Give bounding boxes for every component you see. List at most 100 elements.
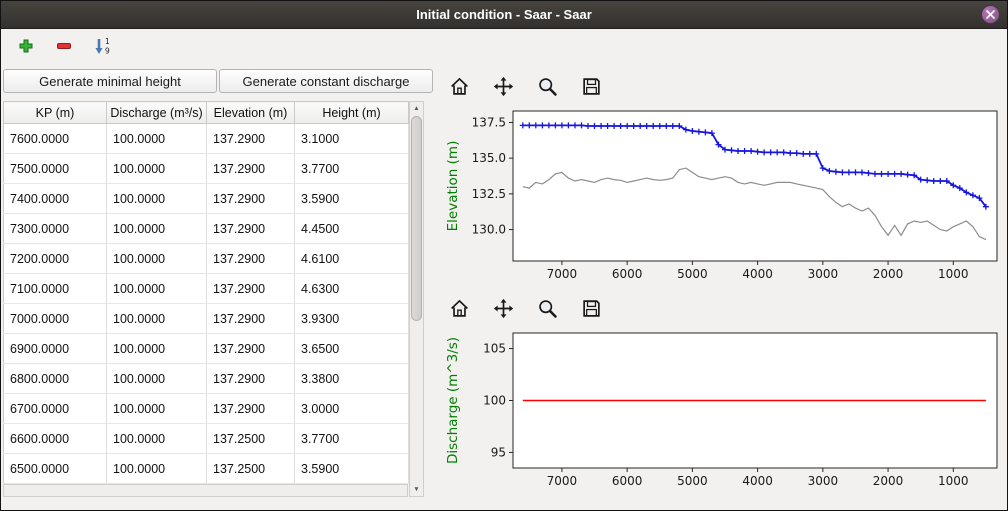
- table-row[interactable]: 7400.0000100.0000137.29003.5900: [4, 184, 409, 214]
- table-cell[interactable]: 3.1000: [295, 124, 409, 154]
- scroll-up-button[interactable]: ▲: [410, 102, 423, 115]
- column-header[interactable]: Height (m): [295, 102, 409, 124]
- save-button[interactable]: [577, 295, 605, 321]
- table-cell[interactable]: 137.2900: [207, 364, 295, 394]
- table-cell[interactable]: 137.2500: [207, 454, 295, 484]
- table-cell[interactable]: 137.2900: [207, 214, 295, 244]
- table-cell[interactable]: 137.2900: [207, 304, 295, 334]
- discharge-plot-toolbar: [441, 293, 1007, 323]
- table-cell[interactable]: 6600.0000: [4, 424, 107, 454]
- sort-rows-button[interactable]: 1 9: [89, 33, 115, 59]
- table-cell[interactable]: 4.6300: [295, 274, 409, 304]
- svg-text:7000: 7000: [547, 267, 578, 281]
- table-cell[interactable]: 100.0000: [107, 394, 207, 424]
- table-cell[interactable]: 3.5900: [295, 454, 409, 484]
- table-cell[interactable]: 3.0000: [295, 394, 409, 424]
- table-cell[interactable]: 100.0000: [107, 334, 207, 364]
- generate-minimal-height-button[interactable]: Generate minimal height: [3, 69, 217, 93]
- table-cell[interactable]: 7400.0000: [4, 184, 107, 214]
- plus-icon: [18, 38, 34, 54]
- table-cell[interactable]: 137.2500: [207, 424, 295, 454]
- minus-icon: [56, 38, 72, 54]
- pan-button[interactable]: [489, 295, 517, 321]
- table-cell[interactable]: 100.0000: [107, 244, 207, 274]
- window-title: Initial condition - Saar - Saar: [416, 7, 592, 22]
- titlebar[interactable]: Initial condition - Saar - Saar: [1, 1, 1007, 29]
- scroll-down-button[interactable]: ▼: [410, 483, 423, 496]
- zoom-button[interactable]: [533, 295, 561, 321]
- column-header[interactable]: Discharge (m³/s): [107, 102, 207, 124]
- table-row[interactable]: 7000.0000100.0000137.29003.9300: [4, 304, 409, 334]
- table-row[interactable]: 7100.0000100.0000137.29004.6300: [4, 274, 409, 304]
- table-cell[interactable]: 4.6100: [295, 244, 409, 274]
- table-cell[interactable]: 100.0000: [107, 124, 207, 154]
- table-cell[interactable]: 100.0000: [107, 364, 207, 394]
- table-cell[interactable]: 100.0000: [107, 214, 207, 244]
- table-cell[interactable]: 4.4500: [295, 214, 409, 244]
- table-cell[interactable]: 100.0000: [107, 184, 207, 214]
- svg-text:2000: 2000: [873, 474, 904, 488]
- table-cell[interactable]: 3.3800: [295, 364, 409, 394]
- save-button[interactable]: [577, 73, 605, 99]
- table-cell[interactable]: 137.2900: [207, 394, 295, 424]
- table-cell[interactable]: 6500.0000: [4, 454, 107, 484]
- table-cell[interactable]: 6800.0000: [4, 364, 107, 394]
- table-cell[interactable]: 6700.0000: [4, 394, 107, 424]
- add-row-button[interactable]: [13, 33, 39, 59]
- sort-numeric-icon: 1 9: [94, 37, 111, 55]
- vertical-scrollbar[interactable]: ▲ ▼: [409, 101, 424, 497]
- close-button[interactable]: [981, 5, 1000, 24]
- save-icon: [581, 76, 602, 97]
- horizontal-scrollbar[interactable]: [3, 484, 408, 497]
- table-cell[interactable]: 137.2900: [207, 274, 295, 304]
- table-cell[interactable]: 137.2900: [207, 154, 295, 184]
- table-row[interactable]: 6500.0000100.0000137.25003.5900: [4, 454, 409, 484]
- table-cell[interactable]: 3.7700: [295, 424, 409, 454]
- table-cell[interactable]: 100.0000: [107, 304, 207, 334]
- table-cell[interactable]: 7200.0000: [4, 244, 107, 274]
- table-row[interactable]: 7300.0000100.0000137.29004.4500: [4, 214, 409, 244]
- table-cell[interactable]: 7600.0000: [4, 124, 107, 154]
- table-cell[interactable]: 3.6500: [295, 334, 409, 364]
- zoom-icon: [537, 76, 558, 97]
- table-cell[interactable]: 137.2900: [207, 244, 295, 274]
- table-row[interactable]: 6700.0000100.0000137.29003.0000: [4, 394, 409, 424]
- table-cell[interactable]: 3.9300: [295, 304, 409, 334]
- svg-text:7000: 7000: [547, 474, 578, 488]
- elevation-chart[interactable]: 7000600050004000300020001000137.5135.013…: [441, 101, 1007, 291]
- table-row[interactable]: 6900.0000100.0000137.29003.6500: [4, 334, 409, 364]
- table-row[interactable]: 7200.0000100.0000137.29004.6100: [4, 244, 409, 274]
- table-cell[interactable]: 137.2900: [207, 184, 295, 214]
- svg-text:100: 100: [483, 394, 506, 408]
- zoom-button[interactable]: [533, 73, 561, 99]
- table-cell[interactable]: 137.2900: [207, 124, 295, 154]
- table-cell[interactable]: 3.7700: [295, 154, 409, 184]
- remove-row-button[interactable]: [51, 33, 77, 59]
- table-cell[interactable]: 7500.0000: [4, 154, 107, 184]
- column-header[interactable]: KP (m): [4, 102, 107, 124]
- table-cell[interactable]: 7000.0000: [4, 304, 107, 334]
- column-header[interactable]: Elevation (m): [207, 102, 295, 124]
- table-cell[interactable]: 7100.0000: [4, 274, 107, 304]
- table-cell[interactable]: 100.0000: [107, 154, 207, 184]
- pan-icon: [493, 76, 514, 97]
- scrollbar-thumb[interactable]: [411, 116, 422, 321]
- home-button[interactable]: [445, 73, 473, 99]
- generate-constant-discharge-button[interactable]: Generate constant discharge: [219, 69, 433, 93]
- table-cell[interactable]: 100.0000: [107, 274, 207, 304]
- table-cell[interactable]: 100.0000: [107, 454, 207, 484]
- table-cell[interactable]: 3.5900: [295, 184, 409, 214]
- pan-button[interactable]: [489, 73, 517, 99]
- table-row[interactable]: 6600.0000100.0000137.25003.7700: [4, 424, 409, 454]
- zoom-icon: [537, 298, 558, 319]
- table-row[interactable]: 7500.0000100.0000137.29003.7700: [4, 154, 409, 184]
- home-button[interactable]: [445, 295, 473, 321]
- table-cell[interactable]: 100.0000: [107, 424, 207, 454]
- discharge-chart[interactable]: 700060005000400030002000100010510095Disc…: [441, 323, 1007, 498]
- table-cell[interactable]: 6900.0000: [4, 334, 107, 364]
- table-cell[interactable]: 7300.0000: [4, 214, 107, 244]
- table-cell[interactable]: 137.2900: [207, 334, 295, 364]
- close-icon: [986, 10, 995, 19]
- table-row[interactable]: 7600.0000100.0000137.29003.1000: [4, 124, 409, 154]
- table-row[interactable]: 6800.0000100.0000137.29003.3800: [4, 364, 409, 394]
